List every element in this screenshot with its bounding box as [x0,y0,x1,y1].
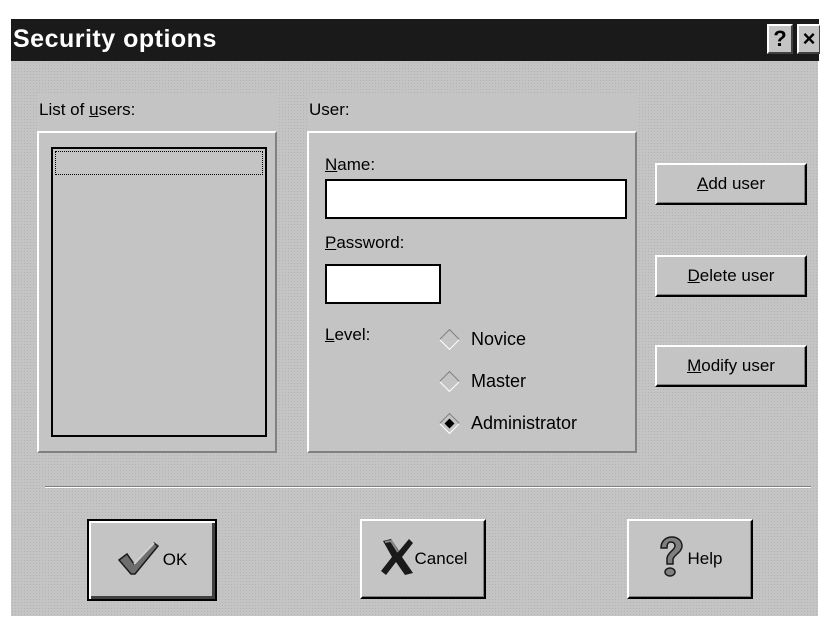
list-item[interactable] [55,151,263,175]
separator [45,486,811,488]
window-title: Security options [13,25,217,53]
close-button[interactable]: × [797,24,820,54]
radio-master[interactable]: Master [438,368,638,394]
users-label: List of users: [39,100,136,119]
radio-indicator [438,328,461,350]
modify-user-button[interactable]: Modify user [655,345,807,387]
security-options-dialog: Security options ? × List of users: User… [10,18,820,616]
radio-indicator-selected [438,412,461,434]
user-label: User: [309,100,350,119]
help-title-button[interactable]: ? [767,24,793,54]
level-label: Level: [325,325,371,344]
name-label: Name: [325,155,376,174]
users-panel-header: List of users: [37,93,277,131]
users-listbox[interactable] [51,147,267,437]
ok-button[interactable]: OK [87,519,217,601]
radio-novice[interactable]: Novice [438,326,638,352]
close-icon: × [802,26,816,51]
question-mark-icon [658,535,684,583]
name-field[interactable] [325,179,627,219]
cancel-button[interactable]: Cancel [360,519,486,599]
delete-user-button[interactable]: Delete user [655,255,807,297]
radio-indicator [438,370,461,392]
add-user-button[interactable]: Add user [655,163,807,205]
checkmark-icon [117,540,159,581]
title-bar[interactable]: Security options ? × [11,19,820,61]
user-panel-header: User: [307,93,637,131]
radio-administrator[interactable]: Administrator [438,410,638,436]
password-label: Password: [325,233,405,252]
x-mark-icon [379,537,415,582]
question-mark-icon: ? [773,26,787,51]
help-button[interactable]: Help [627,519,753,599]
password-field[interactable] [325,264,441,304]
